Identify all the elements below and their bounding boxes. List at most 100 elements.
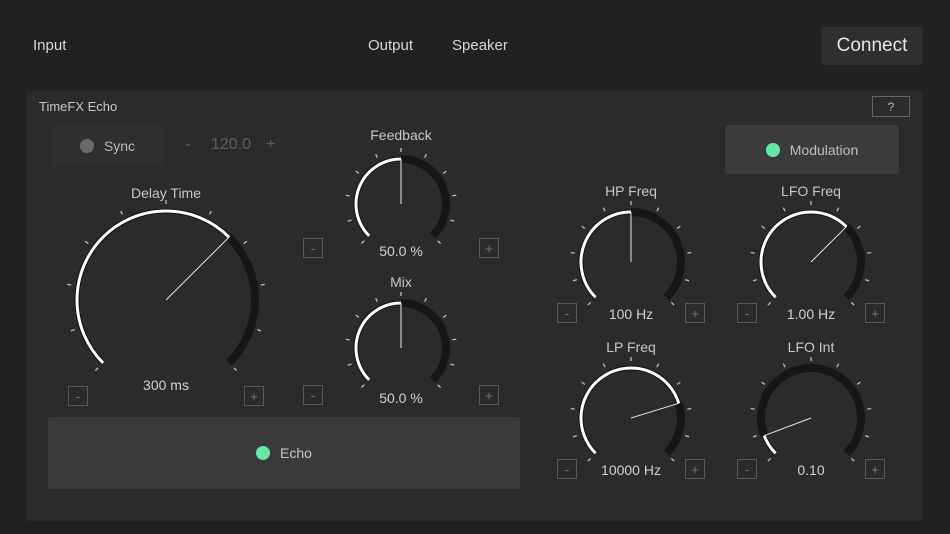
knob-tick	[450, 363, 455, 366]
knob-dial[interactable]	[61, 195, 271, 405]
knob-tick	[70, 329, 75, 332]
knob-tick	[345, 338, 350, 341]
knob-pointer	[810, 226, 847, 263]
knob-tick	[685, 278, 690, 282]
knob-tick	[84, 240, 89, 245]
decrement-button[interactable]: -	[303, 385, 323, 405]
sync-label: Sync	[103, 137, 136, 154]
knob-tick	[867, 407, 872, 410]
modulation-label: Modulation	[789, 141, 859, 158]
knob-dial[interactable]	[340, 143, 462, 265]
knob-tick	[360, 240, 365, 245]
knob-tick	[374, 153, 378, 158]
tempo-increment-button[interactable]: +	[266, 136, 275, 154]
knob-tick	[767, 301, 772, 306]
knob-tick	[347, 363, 352, 366]
knob-tick	[570, 251, 575, 254]
knob-tick	[209, 210, 212, 215]
tab-speaker[interactable]: Speaker	[452, 37, 508, 54]
knob-track	[757, 364, 865, 457]
knob-fill-shadow	[758, 209, 849, 300]
sync-toggle[interactable]: Sync	[51, 125, 164, 166]
knob-track	[400, 155, 450, 239]
knob-tick	[581, 381, 586, 386]
knob-fill-shadow	[74, 208, 231, 365]
knob-tick	[355, 170, 360, 174]
knob-tick	[233, 367, 238, 372]
knob-tick	[687, 407, 692, 410]
knob-tick	[752, 278, 757, 282]
knob-dial[interactable]	[745, 196, 877, 328]
knob-tick	[345, 194, 350, 197]
knob-fill-arc	[579, 366, 681, 455]
knob-tick	[355, 314, 360, 318]
knob-track	[630, 208, 685, 301]
help-button[interactable]: ?	[872, 96, 910, 117]
knob-tick	[761, 225, 766, 230]
echo-label: Echo	[280, 445, 312, 461]
knob-pointer	[764, 417, 812, 437]
knob-tick	[850, 301, 855, 306]
knob-tick	[750, 251, 755, 254]
knob-tick	[656, 363, 660, 368]
knob-tick	[850, 457, 855, 462]
knob-tick	[687, 251, 692, 254]
increment-button[interactable]: +	[479, 385, 499, 405]
knob-tick	[602, 207, 606, 212]
knob-tick	[437, 240, 442, 245]
increment-button[interactable]: +	[479, 238, 499, 258]
knob-fill-shadow	[578, 209, 632, 300]
tempo-decrement-button[interactable]: -	[185, 136, 190, 154]
knob-tick	[347, 219, 352, 222]
knob-tick	[452, 194, 457, 197]
knob-tick	[836, 207, 840, 212]
decrement-button[interactable]: -	[303, 238, 323, 258]
knob-pointer	[165, 236, 230, 301]
knob-tick	[437, 384, 442, 389]
knob-tick	[865, 278, 870, 282]
knob-tick	[374, 297, 378, 302]
knob-tick	[450, 219, 455, 222]
knob-tick	[761, 381, 766, 386]
echo-toggle[interactable]: Echo	[48, 417, 520, 489]
panel-title: TimeFX Echo	[39, 99, 118, 114]
knob-fill-shadow	[353, 300, 402, 382]
knob-track	[226, 234, 259, 366]
knob-tick	[750, 407, 755, 410]
knob-tick	[442, 314, 447, 318]
knob-tick	[587, 301, 592, 306]
knob-dial[interactable]	[565, 196, 697, 328]
knob-tick	[442, 170, 447, 174]
knob-track	[843, 223, 865, 301]
tab-input[interactable]: Input	[33, 37, 66, 54]
knob-tick	[570, 407, 575, 410]
knob-tick	[865, 434, 870, 438]
knob-tick	[67, 283, 72, 286]
knob-tick	[581, 225, 586, 230]
knob-tick	[685, 434, 690, 438]
modulation-toggle[interactable]: Modulation	[725, 125, 899, 174]
knob-tick	[752, 434, 757, 438]
sync-indicator-icon	[79, 138, 94, 153]
knob-dial[interactable]	[565, 352, 697, 484]
knob-dial[interactable]	[745, 352, 877, 484]
connect-button[interactable]: Connect	[821, 27, 923, 65]
knob-tick	[424, 153, 428, 158]
knob-dial[interactable]	[340, 287, 462, 409]
knob-fill-arc	[75, 209, 231, 364]
modulation-indicator-icon	[765, 142, 780, 157]
knob-tick	[572, 278, 577, 282]
knob-tick	[782, 207, 786, 212]
knob-track	[400, 299, 450, 383]
knob-tick	[257, 329, 262, 332]
knob-tick	[120, 210, 123, 215]
knob-tick	[260, 283, 265, 286]
knob-pointer	[630, 402, 679, 419]
knob-tick	[856, 381, 861, 386]
knob-fill-arc	[759, 210, 848, 299]
knob-tick	[670, 457, 675, 462]
knob-tick	[243, 240, 248, 245]
tab-output[interactable]: Output	[368, 37, 413, 54]
knob-tick	[856, 225, 861, 230]
knob-label: Feedback	[370, 127, 432, 143]
